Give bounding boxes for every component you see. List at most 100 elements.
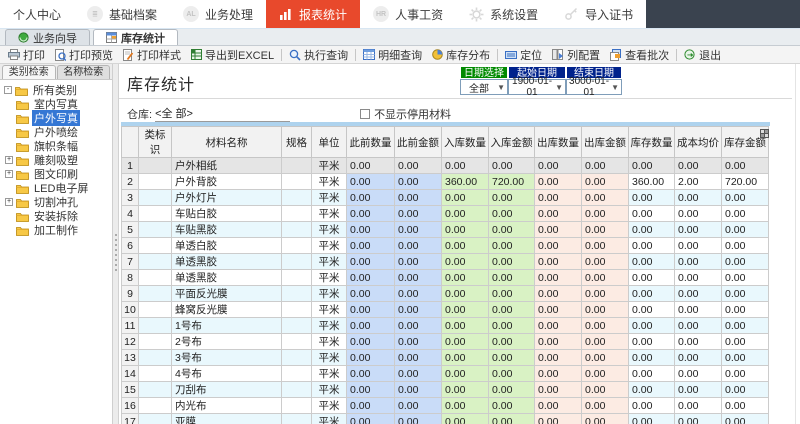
cell[interactable]: 0.00 [629, 158, 675, 174]
cell[interactable]: 0.00 [347, 254, 395, 270]
cell[interactable]: 360.00 [629, 174, 675, 190]
cell[interactable]: 0.00 [722, 350, 769, 366]
table-row[interactable]: 4车贴白胶平米0.000.000.000.000.000.000.000.000… [122, 206, 769, 222]
cell[interactable]: 0.00 [489, 286, 535, 302]
tab-business-wizard[interactable]: 业务向导 [5, 29, 90, 45]
cell[interactable]: 0.00 [535, 286, 582, 302]
cell[interactable] [139, 334, 172, 350]
detail-query-button[interactable]: 明细查询 [358, 47, 427, 63]
cell[interactable] [139, 190, 172, 206]
cell[interactable]: 户外相纸 [172, 158, 282, 174]
cell[interactable]: 16 [122, 398, 139, 414]
cell[interactable]: 0.00 [582, 318, 629, 334]
cell[interactable]: 0.00 [722, 398, 769, 414]
cell[interactable]: 0.00 [347, 366, 395, 382]
cell[interactable]: 0.00 [722, 270, 769, 286]
cell[interactable]: 0.00 [442, 286, 489, 302]
cell[interactable]: 平面反光膜 [172, 286, 282, 302]
cell[interactable]: 10 [122, 302, 139, 318]
col-header-spec[interactable]: 规格 [282, 127, 312, 158]
cell[interactable]: 0.00 [629, 206, 675, 222]
cell[interactable] [139, 286, 172, 302]
print-style-button[interactable]: 打印样式 [118, 47, 186, 63]
table-row[interactable]: 144号布平米0.000.000.000.000.000.000.000.000… [122, 366, 769, 382]
cell[interactable]: 0.00 [347, 398, 395, 414]
cell[interactable]: 0.00 [395, 222, 442, 238]
cell[interactable]: 0.00 [442, 350, 489, 366]
cell[interactable]: 0.00 [395, 414, 442, 424]
cell[interactable]: 0.00 [582, 350, 629, 366]
cell[interactable]: 平米 [312, 238, 347, 254]
cell[interactable]: 平米 [312, 334, 347, 350]
cell[interactable] [282, 206, 312, 222]
cell[interactable]: 0.00 [582, 254, 629, 270]
cell[interactable]: 0.00 [489, 398, 535, 414]
cell[interactable]: 0.00 [442, 206, 489, 222]
cell[interactable] [139, 302, 172, 318]
end-date-dropdown[interactable]: 3000-01-01 ▼ [566, 79, 622, 95]
cell[interactable]: 0.00 [582, 366, 629, 382]
col-header-rownum[interactable] [122, 127, 139, 158]
tree-item-10[interactable]: 加工制作 [2, 223, 112, 237]
cell[interactable]: 0.00 [675, 238, 722, 254]
cell[interactable]: 户外灯片 [172, 190, 282, 206]
table-row[interactable]: 2户外背胶平米0.000.00360.00720.000.000.00360.0… [122, 174, 769, 190]
cell[interactable]: 0.00 [582, 270, 629, 286]
cell[interactable] [139, 158, 172, 174]
cell[interactable] [139, 222, 172, 238]
cell[interactable]: 0.00 [395, 334, 442, 350]
cell[interactable] [282, 254, 312, 270]
cell[interactable]: 0.00 [347, 318, 395, 334]
cell[interactable]: 0.00 [395, 350, 442, 366]
cell[interactable]: 0.00 [535, 174, 582, 190]
cell[interactable] [139, 350, 172, 366]
expand-icon[interactable]: + [5, 156, 13, 164]
cell[interactable]: 1 [122, 158, 139, 174]
cell[interactable]: 0.00 [535, 238, 582, 254]
cell[interactable]: 平米 [312, 254, 347, 270]
table-row[interactable]: 15刀刮布平米0.000.000.000.000.000.000.000.000… [122, 382, 769, 398]
cell[interactable] [282, 350, 312, 366]
cell[interactable]: 0.00 [489, 254, 535, 270]
cell[interactable]: 0.00 [395, 206, 442, 222]
inventory-distribution-button[interactable]: 库存分布 [427, 47, 495, 63]
col-header-material-name[interactable]: 材料名称 [172, 127, 282, 158]
cell[interactable] [139, 414, 172, 424]
cell[interactable]: 车贴白胶 [172, 206, 282, 222]
cell[interactable] [139, 270, 172, 286]
cell[interactable]: 0.00 [675, 366, 722, 382]
cell[interactable]: 8 [122, 270, 139, 286]
cell[interactable]: 平米 [312, 222, 347, 238]
cell[interactable]: 0.00 [535, 382, 582, 398]
cell[interactable]: 0.00 [722, 190, 769, 206]
table-row[interactable]: 1户外相纸平米0.000.000.000.000.000.000.000.000… [122, 158, 769, 174]
cell[interactable]: 平米 [312, 158, 347, 174]
cell[interactable]: 0.00 [442, 366, 489, 382]
run-query-button[interactable]: 执行查询 [284, 47, 353, 63]
cell[interactable]: 0.00 [535, 270, 582, 286]
cell[interactable]: 0.00 [395, 190, 442, 206]
cell[interactable]: 0.00 [395, 398, 442, 414]
cell[interactable]: 0.00 [629, 398, 675, 414]
table-row[interactable]: 111号布平米0.000.000.000.000.000.000.000.000… [122, 318, 769, 334]
cell[interactable]: 0.00 [489, 190, 535, 206]
cell[interactable]: 0.00 [395, 158, 442, 174]
cell[interactable]: 0.00 [535, 158, 582, 174]
cell[interactable]: 0.00 [582, 286, 629, 302]
cell[interactable]: 12 [122, 334, 139, 350]
cell[interactable]: 0.00 [675, 206, 722, 222]
cell[interactable]: 0.00 [535, 414, 582, 424]
cell[interactable] [139, 238, 172, 254]
cell[interactable]: 0.00 [489, 270, 535, 286]
table-row[interactable]: 8单透黑胶平米0.000.000.000.000.000.000.000.000… [122, 270, 769, 286]
cell[interactable]: 0.00 [489, 302, 535, 318]
cell[interactable]: 5 [122, 222, 139, 238]
cell[interactable]: 0.00 [347, 414, 395, 424]
table-row[interactable]: 10蜂窝反光膜平米0.000.000.000.000.000.000.000.0… [122, 302, 769, 318]
cell[interactable] [282, 222, 312, 238]
cell[interactable]: 0.00 [722, 366, 769, 382]
cell[interactable]: 0.00 [582, 398, 629, 414]
col-header-out-amount[interactable]: 出库金额 [582, 127, 629, 158]
table-row[interactable]: 7单透黑胶平米0.000.000.000.000.000.000.000.000… [122, 254, 769, 270]
cell[interactable]: 0.00 [347, 270, 395, 286]
